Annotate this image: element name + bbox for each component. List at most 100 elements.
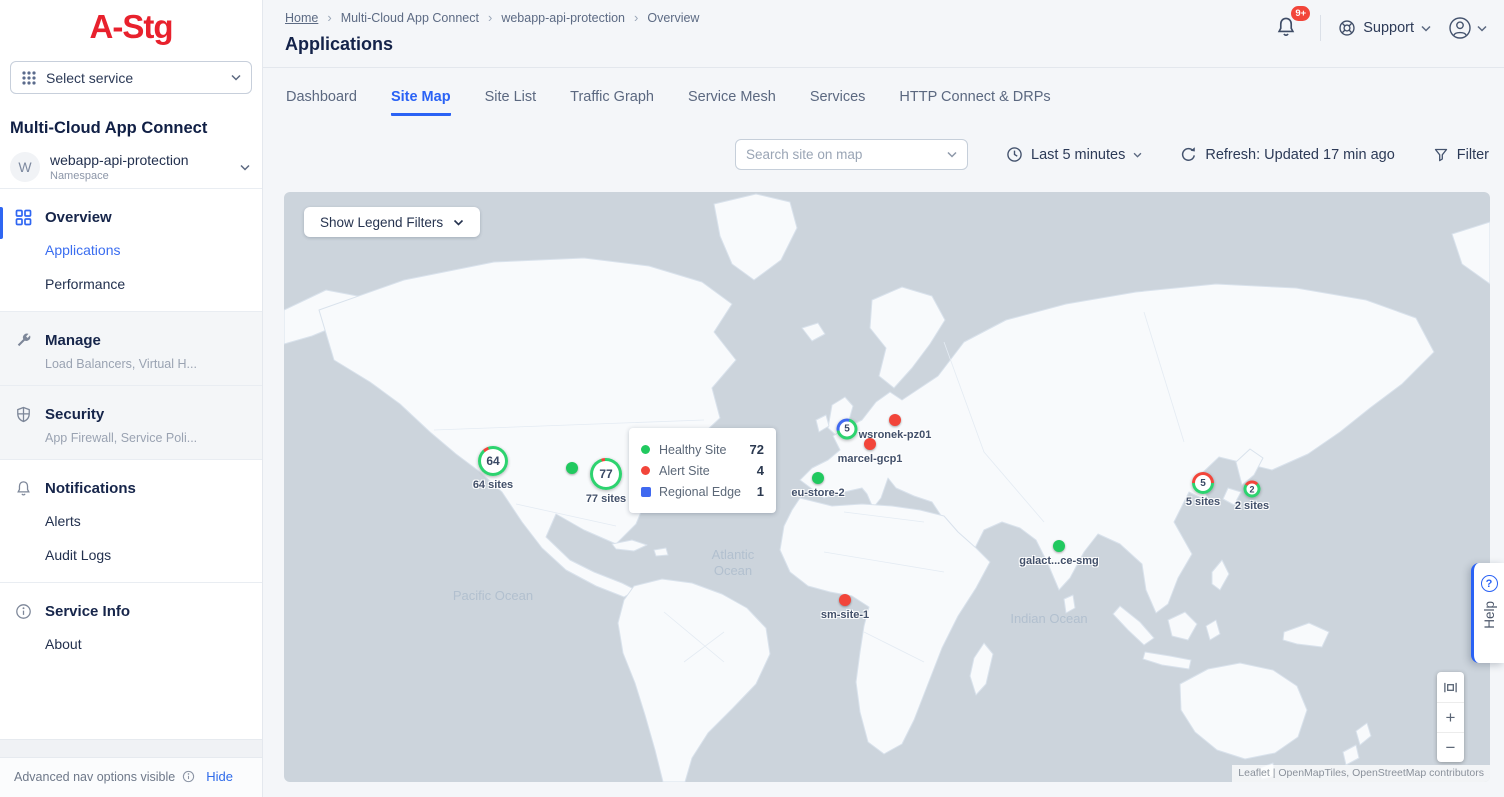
fit-bounds-button[interactable] bbox=[1437, 672, 1464, 702]
tab-dashboard[interactable]: Dashboard bbox=[286, 89, 357, 116]
notifications-bell-button[interactable]: 9+ bbox=[1275, 13, 1303, 43]
sidebar-item-overview[interactable]: Overview bbox=[0, 202, 262, 233]
namespace-avatar: W bbox=[10, 152, 40, 182]
sidebar-item-performance[interactable]: Performance bbox=[0, 267, 262, 301]
alert-site-dot-icon bbox=[641, 466, 650, 475]
bell-icon bbox=[15, 480, 32, 497]
chevron-down-icon bbox=[1421, 25, 1431, 32]
chevron-down-icon bbox=[240, 164, 250, 171]
brand-logo-text: A-Stg bbox=[90, 8, 173, 46]
overview-grid-icon bbox=[15, 209, 32, 226]
notification-count-badge: 9+ bbox=[1291, 6, 1310, 21]
breadcrumb-namespace[interactable]: webapp-api-protection bbox=[501, 11, 625, 25]
refresh-label: Refresh: Updated 17 min ago bbox=[1205, 147, 1394, 163]
lifebuoy-icon bbox=[1338, 19, 1356, 37]
breadcrumb-overview[interactable]: Overview bbox=[647, 11, 699, 25]
nav-section-overview: Overview Applications Performance bbox=[0, 189, 262, 311]
filter-funnel-icon bbox=[1433, 147, 1449, 163]
cluster-count: 77 bbox=[590, 458, 622, 490]
nav-section-service-info: Service Info About bbox=[0, 583, 262, 671]
service-title: Multi-Cloud App Connect bbox=[10, 119, 252, 138]
refresh-icon bbox=[1180, 146, 1197, 163]
legend-row-healthy: Healthy Site 72 bbox=[641, 439, 764, 460]
nav-section-manage: Manage Load Balancers, Virtual H... bbox=[0, 312, 262, 385]
active-section-indicator bbox=[0, 207, 3, 239]
map-attribution[interactable]: Leaflet | OpenMapTiles, OpenStreetMap co… bbox=[1232, 765, 1490, 782]
chevron-down-icon[interactable] bbox=[947, 151, 957, 158]
select-service-label: Select service bbox=[46, 70, 222, 86]
sidebar-item-audit-logs[interactable]: Audit Logs bbox=[0, 538, 262, 572]
tab-http-connect-drps[interactable]: HTTP Connect & DRPs bbox=[899, 89, 1050, 116]
legend-button-label: Show Legend Filters bbox=[320, 215, 443, 230]
breadcrumb-separator: › bbox=[327, 10, 331, 25]
app-root: A-Stg Select service Multi-Cloud App Con… bbox=[0, 0, 1504, 797]
cluster-label: 77 sites bbox=[586, 493, 626, 505]
nav-section-security: Security App Firewall, Service Poli... bbox=[0, 386, 262, 459]
security-label: Security bbox=[45, 406, 104, 423]
chevron-down-icon bbox=[1133, 152, 1142, 158]
refresh-button[interactable]: Refresh: Updated 17 min ago bbox=[1180, 146, 1394, 163]
show-legend-filters-button[interactable]: Show Legend Filters bbox=[304, 207, 480, 237]
site-map[interactable]: Show Legend Filters Atlantic Ocean Pacif… bbox=[284, 192, 1490, 782]
filter-button[interactable]: Filter bbox=[1433, 147, 1489, 163]
namespace-selector[interactable]: W webapp-api-protection Namespace bbox=[0, 142, 262, 188]
sidebar-footer: Advanced nav options visible Hide bbox=[0, 757, 262, 797]
tab-services[interactable]: Services bbox=[810, 89, 866, 116]
map-toolbar: Last 5 minutes Refresh: Updated 17 min a… bbox=[263, 139, 1489, 170]
legend-value: 1 bbox=[757, 484, 764, 499]
sidebar-item-applications[interactable]: Applications bbox=[0, 233, 262, 267]
cluster-label: 64 sites bbox=[473, 479, 513, 491]
sidebar-bottom-band bbox=[0, 739, 262, 757]
cluster-count: 5 bbox=[837, 419, 858, 440]
namespace-name: webapp-api-protection bbox=[50, 152, 230, 168]
hide-advanced-nav-button[interactable]: Hide bbox=[206, 769, 233, 784]
filter-label: Filter bbox=[1457, 147, 1489, 163]
overview-label: Overview bbox=[45, 209, 112, 226]
site-label: marcel-gcp1 bbox=[838, 453, 903, 465]
brand-logo: A-Stg bbox=[0, 0, 262, 48]
legend-value: 4 bbox=[757, 463, 764, 478]
shield-icon bbox=[15, 406, 32, 423]
tab-site-map[interactable]: Site Map bbox=[391, 89, 451, 116]
map-controls: + − bbox=[1437, 672, 1464, 762]
tab-traffic-graph[interactable]: Traffic Graph bbox=[570, 89, 654, 116]
help-tab-button[interactable]: ? Help bbox=[1471, 563, 1504, 663]
manage-label: Manage bbox=[45, 332, 101, 349]
cluster-label: 5 sites bbox=[1186, 496, 1220, 508]
sidebar-item-security[interactable]: Security bbox=[0, 399, 262, 430]
sidebar-item-alerts[interactable]: Alerts bbox=[0, 504, 262, 538]
breadcrumb-multi-cloud-app-connect[interactable]: Multi-Cloud App Connect bbox=[341, 11, 479, 25]
search-site-input-wrap bbox=[735, 139, 968, 170]
time-range-selector[interactable]: Last 5 minutes bbox=[1006, 146, 1142, 163]
site-label: galact...ce-smg bbox=[1019, 555, 1098, 567]
sidebar-item-manage[interactable]: Manage bbox=[0, 325, 262, 356]
user-account-menu[interactable] bbox=[1448, 16, 1487, 40]
question-mark-icon: ? bbox=[1481, 575, 1498, 592]
map-legend: Healthy Site 72 Alert Site 4 Regional Ed… bbox=[629, 428, 776, 513]
site-label: sm-site-1 bbox=[821, 609, 869, 621]
zoom-in-button[interactable]: + bbox=[1437, 702, 1464, 732]
cluster-label: 2 sites bbox=[1235, 500, 1269, 512]
zoom-out-button[interactable]: − bbox=[1437, 732, 1464, 762]
select-service-dropdown[interactable]: Select service bbox=[10, 61, 252, 94]
tab-service-mesh[interactable]: Service Mesh bbox=[688, 89, 776, 116]
info-icon bbox=[15, 603, 32, 620]
support-menu[interactable]: Support bbox=[1338, 19, 1431, 37]
cluster-count: 2 bbox=[1244, 481, 1261, 498]
sidebar-item-service-info[interactable]: Service Info bbox=[0, 596, 262, 627]
chevron-down-icon bbox=[231, 74, 241, 81]
search-site-input[interactable] bbox=[746, 147, 941, 162]
sidebar-item-notifications[interactable]: Notifications bbox=[0, 473, 262, 504]
breadcrumb-home[interactable]: Home bbox=[285, 11, 318, 25]
user-avatar-icon bbox=[1448, 16, 1472, 40]
healthy-site-dot-icon bbox=[641, 445, 650, 454]
security-subtitle: App Firewall, Service Poli... bbox=[0, 430, 262, 449]
regional-edge-square-icon bbox=[641, 487, 651, 497]
support-label: Support bbox=[1363, 20, 1414, 36]
legend-row-alert: Alert Site 4 bbox=[641, 460, 764, 481]
manage-subtitle: Load Balancers, Virtual H... bbox=[0, 356, 262, 375]
cluster-count: 64 bbox=[478, 446, 508, 476]
grid-dots-icon bbox=[21, 70, 37, 86]
sidebar-item-about[interactable]: About bbox=[0, 627, 262, 661]
tab-site-list[interactable]: Site List bbox=[485, 89, 537, 116]
